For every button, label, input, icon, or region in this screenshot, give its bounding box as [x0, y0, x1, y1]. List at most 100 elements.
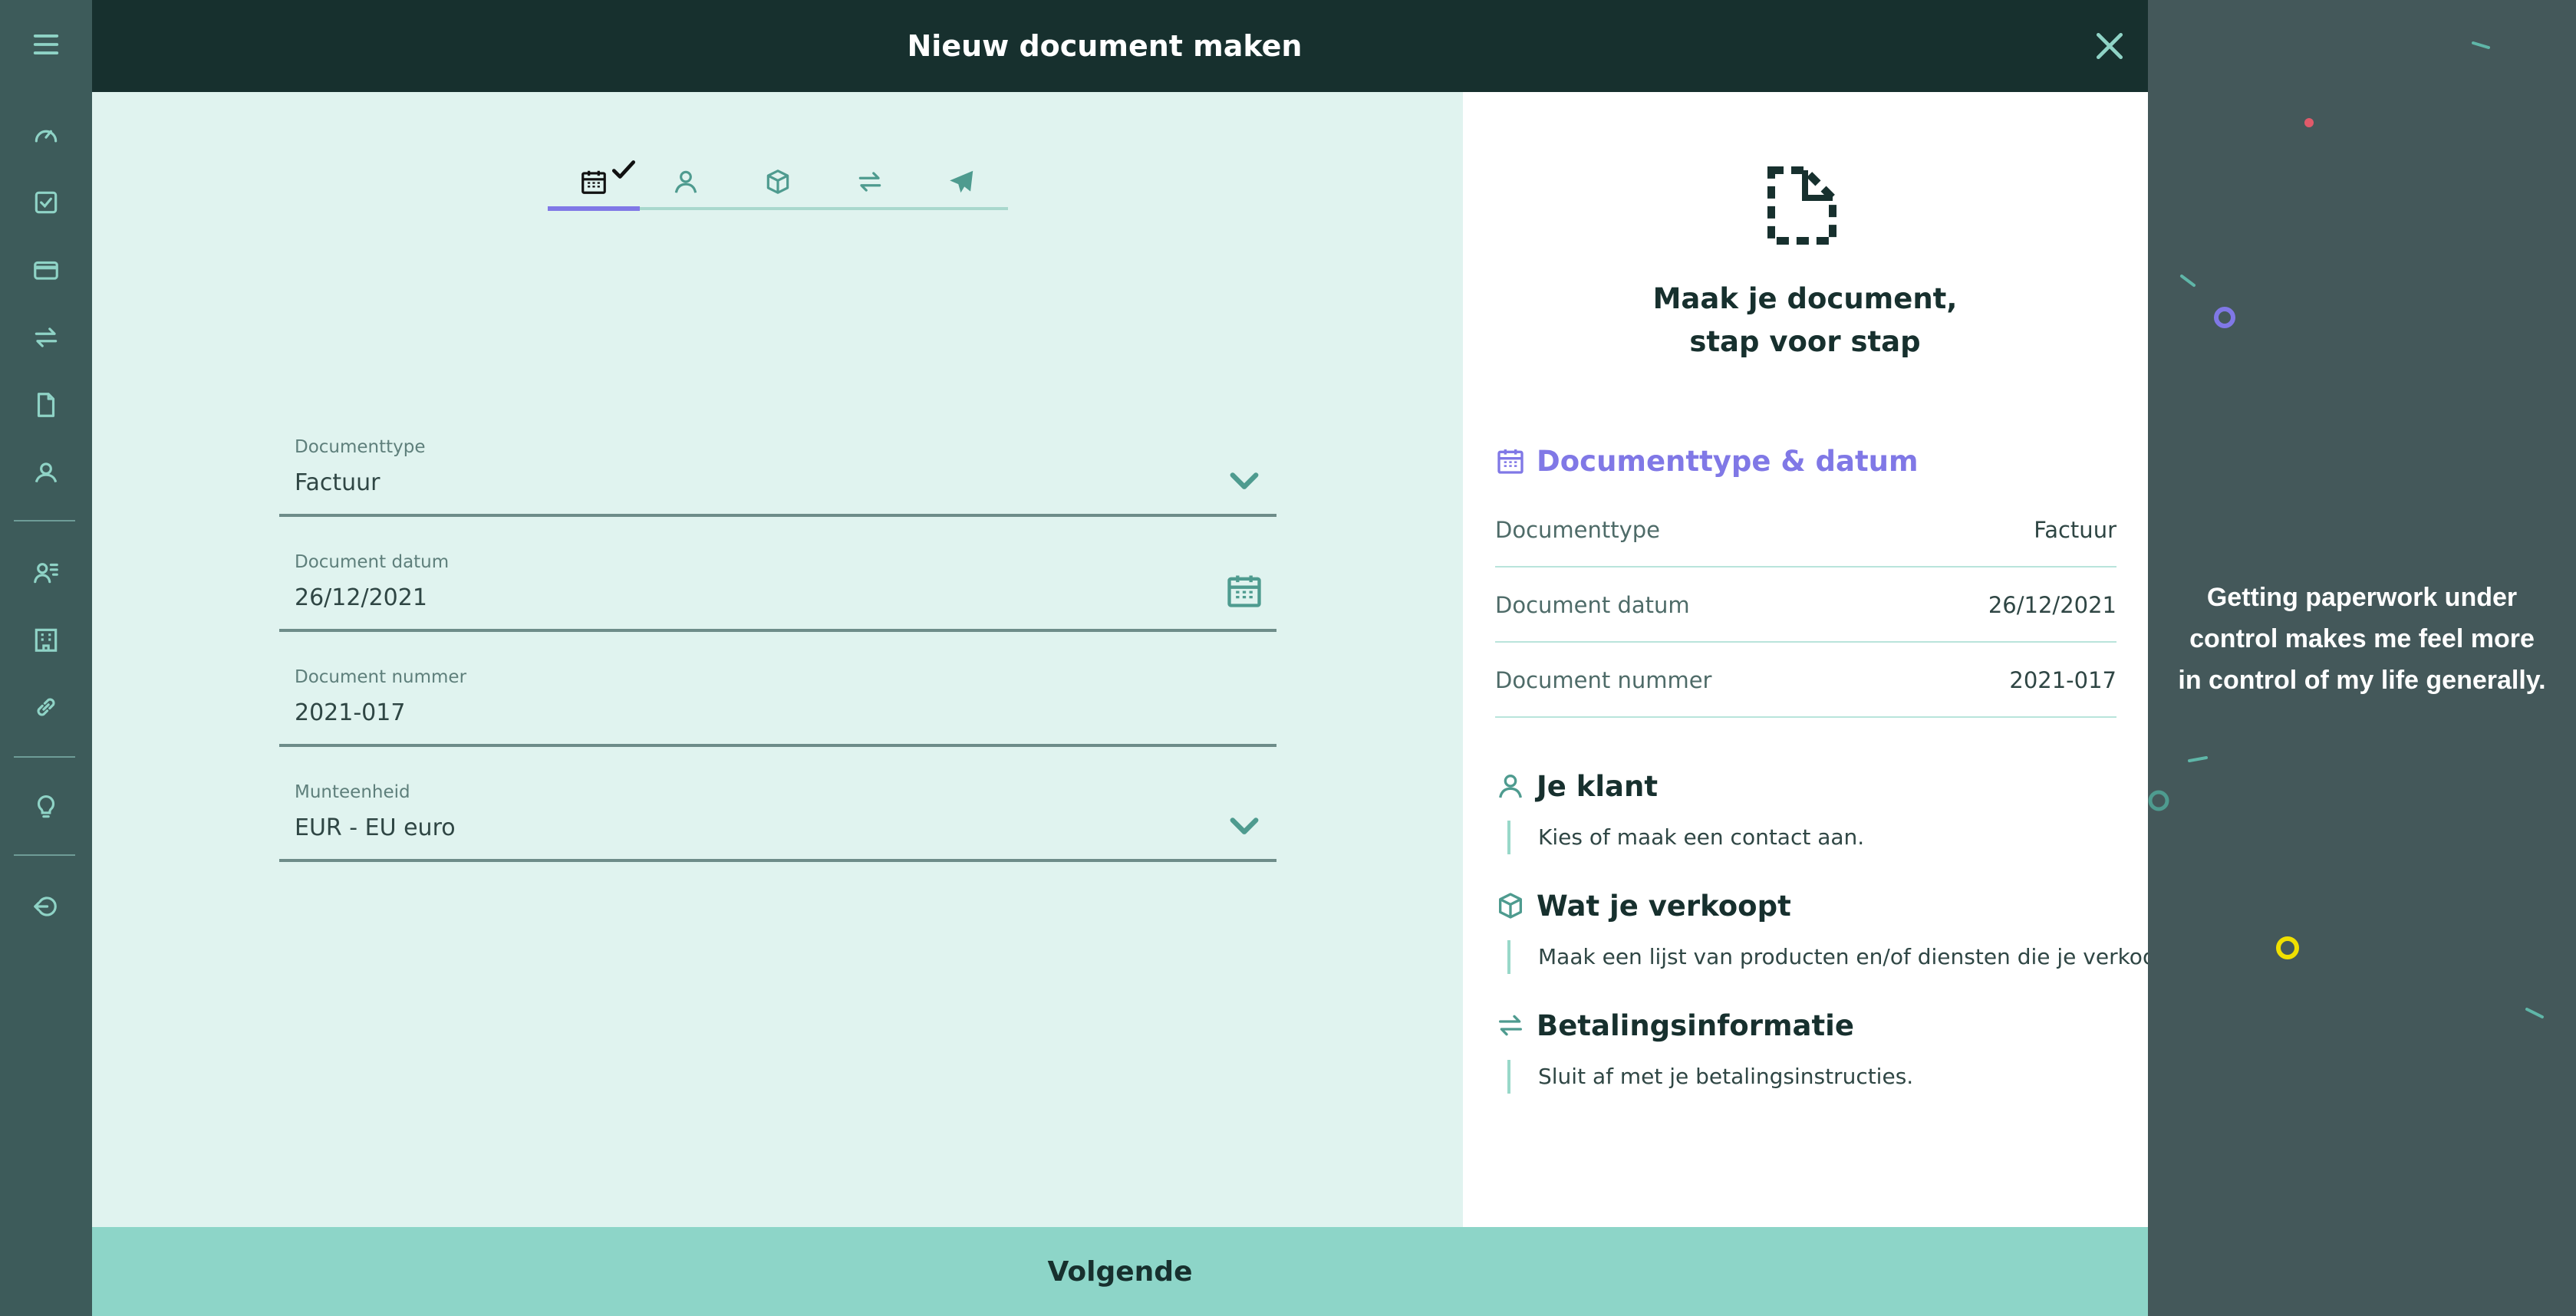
chevron-down-icon [1230, 818, 1259, 834]
user-icon [674, 170, 697, 193]
transfer-icon [35, 327, 58, 347]
sidebar-item-tasks[interactable] [23, 179, 69, 225]
field-value: 26/12/2021 [295, 584, 427, 611]
sidebar-item-transactions[interactable] [23, 314, 69, 360]
gauge-icon [35, 130, 58, 143]
confetti-ring [2214, 307, 2235, 328]
step-completed-check-icon [611, 160, 636, 179]
document-number-field[interactable]: Document nummer 2021-017 [279, 652, 1276, 747]
field-label: Documenttype [295, 437, 426, 457]
modal-header: Nieuw document maken [92, 0, 2148, 92]
section-title: Betalingsinformatie [1537, 1008, 1854, 1042]
checkbox-icon [35, 191, 58, 214]
field-value: Factuur [295, 469, 380, 496]
step-tab-items[interactable] [732, 155, 824, 209]
calendar-icon [1497, 449, 1524, 474]
sidebar-item-payments[interactable] [23, 247, 69, 293]
sidebar-item-company[interactable] [23, 617, 69, 663]
confetti-dash [2525, 1008, 2544, 1018]
field-value: EUR - EU euro [295, 814, 456, 841]
box-icon [766, 169, 789, 194]
sidebar-item-contacts[interactable] [23, 549, 69, 595]
hamburger-icon [33, 35, 59, 54]
summary-row: Document nummer 2021-017 [1495, 643, 2116, 718]
summary-pane: Maak je document, stap voor stap Documen… [1463, 92, 2185, 1227]
user-icon [1499, 775, 1522, 798]
user-icon [35, 462, 58, 483]
summary-title: Maak je document, stap voor stap [1652, 282, 1958, 358]
form-pane: Documenttype Factuur Document datum 26/1… [92, 92, 1463, 1227]
currency-select[interactable]: Munteenheid EUR - EU euro [279, 767, 1276, 862]
document-type-select[interactable]: Documenttype Factuur [279, 422, 1276, 517]
summary-row: Documenttype Factuur [1495, 492, 2116, 568]
confetti-ring [2276, 936, 2299, 959]
logout-icon [34, 897, 57, 916]
step-progress-indicator [548, 206, 640, 211]
document-icon [37, 393, 55, 417]
next-button-label: Volgende [1047, 1255, 1193, 1288]
section-description: Maak een lijst van producten en/of diens… [1507, 940, 2185, 974]
lightbulb-icon [37, 795, 55, 818]
calendar-icon [581, 170, 606, 194]
close-button[interactable] [2087, 23, 2133, 69]
summary-section-items: Wat je verkoopt [1495, 887, 1791, 925]
send-icon [950, 170, 973, 193]
document-dashed-icon [1767, 166, 1836, 245]
document-date-field[interactable]: Document datum 26/12/2021 [279, 537, 1276, 632]
section-description: Sluit af met je betalingsinstructies. [1507, 1060, 1913, 1094]
summary-section-payment: Betalingsinformatie [1495, 1006, 1854, 1045]
section-title: Je klant [1537, 769, 1659, 803]
menu-button[interactable] [23, 21, 69, 67]
step-tab-payment[interactable] [824, 155, 916, 209]
section-description: Kies of maak een contact aan. [1507, 821, 1864, 854]
step-tabs [548, 155, 1008, 212]
sidebar-item-documents[interactable] [23, 382, 69, 428]
summary-row: Document datum 26/12/2021 [1495, 568, 2116, 643]
confetti-dash [2180, 275, 2196, 287]
summary-key: Document datum [1495, 592, 1690, 618]
section-title: Wat je verkoopt [1537, 889, 1791, 923]
sidebar-divider [14, 520, 75, 521]
contacts-icon [34, 563, 58, 584]
calendar-icon[interactable] [1224, 571, 1264, 610]
field-label: Document datum [295, 552, 450, 572]
card-icon [34, 261, 58, 280]
sidebar-item-dashboard[interactable] [23, 112, 69, 158]
sidebar-item-integrations[interactable] [23, 684, 69, 730]
step-tab-type-date[interactable] [548, 155, 640, 209]
step-tab-send[interactable] [916, 155, 1008, 209]
sidebar-item-accountant[interactable] [23, 449, 69, 495]
new-document-modal: Nieuw document maken Documenttype Factuu… [92, 0, 2185, 1316]
step-tab-client[interactable] [640, 155, 732, 209]
quote-panel: Getting paperwork under control makes me… [2148, 0, 2576, 1316]
sidebar-rail [0, 0, 92, 1316]
summary-section-type-date-header: Documenttype & datum [1495, 442, 1919, 480]
summary-value: 26/12/2021 [1988, 592, 2116, 618]
summary-value: Factuur [2034, 517, 2116, 543]
modal-title: Nieuw document maken [907, 29, 1303, 63]
sidebar-item-logout[interactable] [23, 883, 69, 929]
chevron-down-icon [1230, 472, 1259, 489]
next-button[interactable]: Volgende [92, 1227, 2148, 1316]
building-icon [35, 628, 58, 652]
field-label: Munteenheid [295, 782, 410, 802]
confetti-dash [2188, 756, 2208, 762]
summary-section-client: Je klant [1495, 767, 1658, 805]
transfer-icon [1499, 1015, 1522, 1036]
sidebar-divider [14, 756, 75, 758]
close-icon [2096, 32, 2123, 60]
confetti-dot [2304, 118, 2314, 127]
confetti-dash [2472, 41, 2490, 49]
link-icon [37, 698, 55, 716]
motivational-quote: Getting paperwork under control makes me… [2178, 583, 2546, 695]
sidebar-divider [14, 854, 75, 856]
section-title: Documenttype & datum [1537, 444, 1919, 478]
field-value: 2021-017 [295, 699, 406, 726]
summary-key: Documenttype [1495, 517, 1661, 543]
summary-value: 2021-017 [2009, 667, 2116, 693]
field-label: Document nummer [295, 667, 467, 687]
sidebar-item-tips[interactable] [23, 784, 69, 830]
summary-key: Document nummer [1495, 667, 1712, 693]
box-icon [1499, 893, 1522, 919]
transfer-icon [858, 172, 881, 192]
